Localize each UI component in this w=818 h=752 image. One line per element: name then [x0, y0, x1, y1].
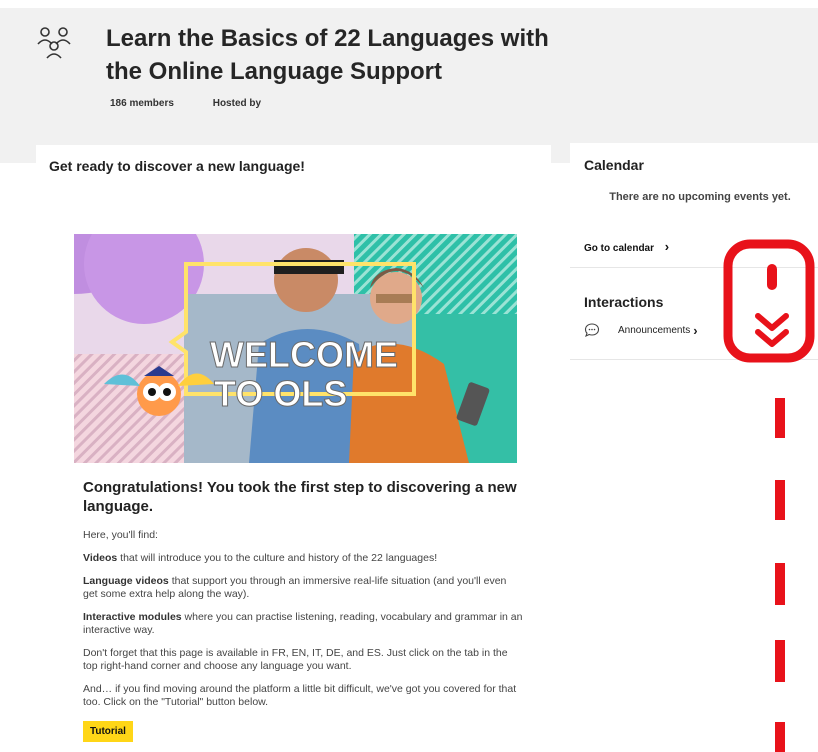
tutorial-note: And… if you find moving around the platf…	[83, 683, 517, 708]
scroll-down-mouse-icon	[723, 239, 815, 752]
feature-item: Language videos that support you through…	[83, 575, 523, 601]
calendar-title: Calendar	[584, 157, 644, 173]
feature-item-bold: Language videos	[83, 575, 169, 587]
language-note: Don't forget that this page is available…	[83, 647, 508, 672]
group-title: Learn the Basics of 22 Languages with th…	[106, 25, 549, 85]
interactions-title: Interactions	[584, 294, 664, 310]
go-to-calendar-link[interactable]: Go to calendar ›	[584, 239, 669, 254]
feature-item: Videos that will introduce you to the cu…	[83, 552, 523, 565]
feature-item-bold: Videos	[83, 552, 118, 564]
feature-item-text: that will introduce you to the culture a…	[117, 552, 438, 564]
welcome-banner-image: WELCOME TO OLS	[74, 234, 517, 463]
welcome-content: Congratulations! You took the first step…	[83, 478, 523, 742]
calendar-empty-message: There are no upcoming events yet.	[609, 191, 791, 203]
announcements-link[interactable]: Announcements ›	[584, 322, 698, 338]
banner-text-line1: WELCOME	[210, 334, 398, 375]
chat-bubble-icon	[584, 323, 600, 338]
chevron-right-icon: ›	[664, 239, 670, 254]
go-to-calendar-label: Go to calendar	[584, 243, 655, 254]
welcome-card: Get ready to discover a new language! WE…	[36, 145, 551, 752]
feature-item-bold: Interactive modules	[83, 611, 182, 623]
group-meta: 186 members Hosted by	[110, 98, 297, 109]
hosted-by: Hosted by	[212, 98, 262, 109]
feature-item: Interactive modules where you can practi…	[83, 611, 523, 637]
welcome-heading: Congratulations! You took the first step…	[83, 479, 517, 515]
members-count[interactable]: 186 members	[110, 98, 174, 109]
chevron-right-icon: ›	[693, 322, 698, 338]
welcome-intro: Here, you'll find:	[83, 529, 158, 541]
announcements-label: Announcements	[618, 324, 691, 336]
group-icon	[37, 27, 71, 59]
tutorial-button[interactable]: Tutorial	[83, 721, 133, 742]
welcome-card-title: Get ready to discover a new language!	[49, 158, 305, 174]
banner-text-line2: TO OLS	[214, 373, 347, 414]
